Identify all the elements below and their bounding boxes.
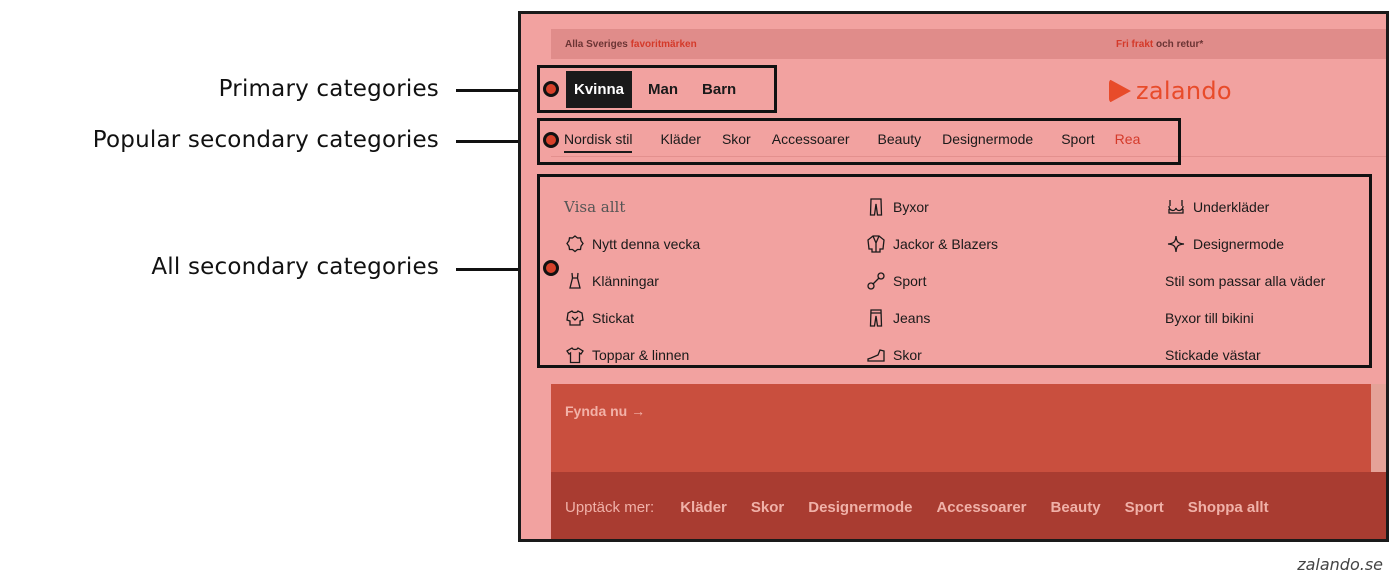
discover-link-skor[interactable]: Skor	[751, 499, 784, 516]
discover-more-bar: Upptäck mer: Kläder Skor Designermode Ac…	[551, 472, 1386, 539]
promo-banner: Fynda nu →	[551, 384, 1386, 472]
fynda-nu-link[interactable]: Fynda nu →	[565, 403, 645, 419]
annotation-marker-primary	[543, 81, 559, 97]
topbar-brands-text[interactable]: Alla Sveriges favoritmärken	[565, 39, 697, 50]
discover-label: Upptäck mer:	[565, 498, 655, 516]
annotation-box-primary	[537, 65, 777, 113]
discover-link-klader[interactable]: Kläder	[680, 499, 727, 516]
annotation-marker-all	[543, 260, 559, 276]
logo-text: zalando	[1136, 77, 1232, 105]
topbar-shipping-text[interactable]: Fri frakt och retur*	[1116, 39, 1203, 50]
discover-link-accessoarer[interactable]: Accessoarer	[936, 499, 1026, 516]
zalando-logo[interactable]: zalando	[1109, 77, 1232, 105]
source-caption: zalando.se	[1297, 555, 1383, 574]
discover-link-sport[interactable]: Sport	[1125, 499, 1164, 516]
discover-link-beauty[interactable]: Beauty	[1051, 499, 1101, 516]
annotation-all-secondary-categories: All secondary categories	[151, 254, 439, 280]
annotation-marker-popular	[543, 132, 559, 148]
zalando-logo-icon	[1109, 79, 1131, 103]
annotation-box-all	[537, 174, 1372, 368]
discover-link-designermode[interactable]: Designermode	[808, 499, 912, 516]
annotation-box-popular	[537, 118, 1181, 165]
scrollbar[interactable]	[1371, 384, 1386, 472]
annotation-popular-secondary-categories: Popular secondary categories	[92, 127, 439, 153]
discover-link-shoppa-allt[interactable]: Shoppa allt	[1188, 499, 1269, 516]
promo-topbar: Alla Sveriges favoritmärken Fri frakt oc…	[551, 29, 1386, 59]
annotation-primary-categories: Primary categories	[218, 76, 439, 102]
